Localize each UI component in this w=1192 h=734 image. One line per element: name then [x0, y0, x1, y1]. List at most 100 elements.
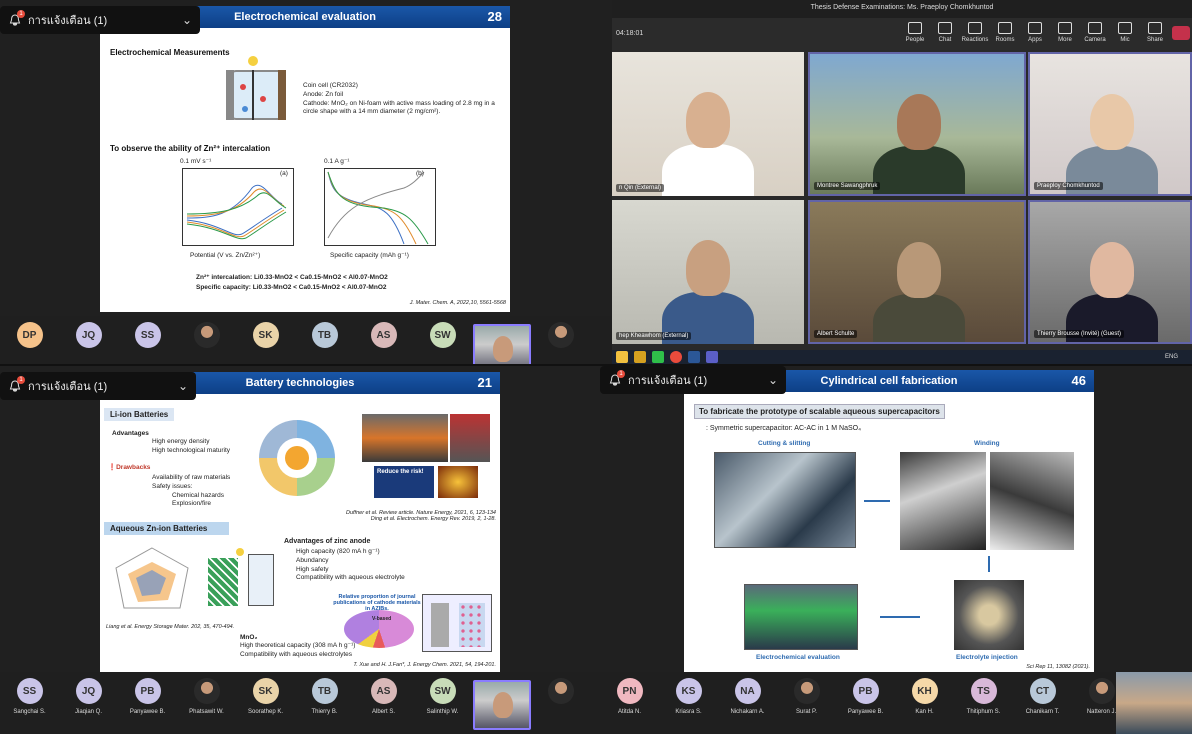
mic-button[interactable]: Mic: [1110, 22, 1140, 43]
participant-name: Atitda N.: [617, 709, 641, 715]
people-button[interactable]: People: [900, 22, 930, 43]
fabrication-subheading: : Symmetric supercapacitor: AC-AC in 1 M…: [706, 425, 861, 432]
participant-tile[interactable]: [531, 672, 590, 704]
drawback-sub: Explosion/fire: [172, 500, 212, 508]
self-video-tile[interactable]: [1116, 672, 1192, 734]
video-tile[interactable]: Montree Sawangphruk: [808, 52, 1026, 196]
folder-icon[interactable]: [634, 351, 646, 363]
notification-pill[interactable]: 1 การแจ้งเตือน (1) ⌄: [0, 372, 196, 400]
participant-name: Phatsawit W.: [189, 709, 224, 715]
rooms-button[interactable]: Rooms: [990, 22, 1020, 43]
participant-tile[interactable]: KS Kriasra S.: [659, 672, 718, 715]
leave-button[interactable]: [1172, 26, 1190, 40]
participant-tile[interactable]: [531, 316, 590, 348]
notification-pill[interactable]: 1 การแจ้งเตือน (1) ⌄: [0, 6, 200, 34]
notification-pill[interactable]: 1 การแจ้งเตือน (1) ⌄: [600, 366, 786, 394]
advantages-list: High energy density High technological m…: [152, 438, 230, 456]
participant-tile[interactable]: SK: [236, 316, 295, 348]
chrome-icon[interactable]: [670, 351, 682, 363]
language-indicator[interactable]: ENG: [1165, 354, 1178, 360]
participant-tile[interactable]: AS: [354, 316, 413, 348]
participant-tile[interactable]: SW Salinthip W.: [413, 672, 472, 715]
camera-button[interactable]: Camera: [1080, 22, 1110, 43]
video-tile[interactable]: hep Kheawhom (External): [612, 200, 804, 344]
avatar: TB: [311, 678, 338, 704]
word-icon[interactable]: [688, 351, 700, 363]
chevron-down-icon[interactable]: ⌄: [178, 379, 188, 393]
participant-tile[interactable]: Phatsawit W.: [177, 672, 236, 715]
participant-tile[interactable]: TS Thitiphum S.: [954, 672, 1013, 715]
participant-tile[interactable]: PN Atitda N.: [600, 672, 659, 715]
reference-zn-right: T. Xue and H. J.Fan*, J. Energy Chem. 20…: [353, 662, 496, 668]
participant-tile[interactable]: PB Panyawee B.: [836, 672, 895, 715]
participant-tile[interactable]: TB: [295, 316, 354, 348]
participant-tile[interactable]: TB Thierry B.: [295, 672, 354, 715]
avatar-photo: [193, 322, 220, 348]
pie-label: V-based: [372, 616, 392, 622]
participant-tile[interactable]: SK Soorathep K.: [236, 672, 295, 715]
zn-ion-heading: Aqueous Zn-ion Batteries: [104, 522, 229, 535]
participant-tile[interactable]: DP: [0, 316, 59, 348]
video-tile[interactable]: Albert Schulte: [808, 200, 1026, 344]
spec-line: Cathode: MnO₂ on Ni-foam with active mas…: [303, 99, 495, 116]
video-name-label: Praeploy Chomkhuntod: [1034, 182, 1103, 190]
participant-name: Surat P.: [796, 709, 817, 715]
cell-specs: Coin cell (CR2032) Anode: Zn foil Cathod…: [303, 82, 503, 117]
mno2-point: High theoretical capacity (308 mA h g⁻¹): [240, 642, 356, 649]
avatar: AS: [370, 678, 397, 704]
participant-tile[interactable]: Surat P.: [777, 672, 836, 715]
chevron-down-icon[interactable]: ⌄: [768, 373, 778, 387]
spec-line: Anode: Zn foil: [303, 90, 344, 98]
video-name-label: Albert Schulte: [814, 330, 858, 338]
toolbar-label: Chat: [938, 37, 952, 43]
participant-strip: PN Atitda N. KS Kriasra S. NA Nichakarn A. Sur…: [600, 672, 1192, 734]
video-tile[interactable]: n Qin (External): [612, 52, 804, 196]
apps-button[interactable]: Apps: [1020, 22, 1050, 43]
chat-button[interactable]: Chat: [930, 22, 960, 43]
toolbar-label: Share: [1146, 37, 1163, 43]
participant-tile[interactable]: [177, 316, 236, 348]
winding-photo-1: [900, 452, 986, 550]
participant-tile[interactable]: SS Sangchai S.: [0, 672, 59, 715]
meeting-title: Thesis Defense Examinations: Ms. Praeplo…: [810, 4, 994, 11]
participant-tile[interactable]: SW: [413, 316, 472, 348]
participant-tile[interactable]: CT Chanikarn T.: [1013, 672, 1072, 715]
teams-icon[interactable]: [706, 351, 718, 363]
share-button[interactable]: Share: [1140, 22, 1170, 43]
toolbar-label: People: [905, 37, 925, 43]
more-button[interactable]: More: [1050, 22, 1080, 43]
drawback-item: Safety issues:: [152, 482, 193, 490]
rooms-icon: [998, 22, 1012, 34]
drawback-sub: Chemical hazards: [172, 491, 225, 499]
car-fire-photo: [362, 414, 448, 462]
video-tile[interactable]: Praeploy Chomkhuntod: [1028, 52, 1192, 196]
participant-tile[interactable]: NA Nichakarn A.: [718, 672, 777, 715]
participant-name: Nichakarn A.: [730, 709, 765, 715]
line-app-icon[interactable]: [652, 351, 664, 363]
participant-face: [897, 94, 941, 150]
participant-name: Albert S.: [371, 709, 395, 715]
participant-tile[interactable]: [472, 316, 531, 364]
participant-tile[interactable]: AS Albert S.: [354, 672, 413, 715]
participant-tile[interactable]: SS: [118, 316, 177, 348]
avatar: KS: [675, 678, 702, 704]
reactions-button[interactable]: Reactions: [960, 22, 990, 43]
participant-tile[interactable]: JQ Jiaqian Q.: [59, 672, 118, 715]
chart-b-rate: 0.1 A g⁻¹: [324, 158, 350, 165]
presenter-face: [492, 692, 513, 718]
chevron-down-icon[interactable]: ⌄: [182, 13, 192, 27]
avatar: KH: [911, 678, 938, 704]
notification-badge: 1: [17, 10, 25, 18]
participant-tile[interactable]: PB Panyawee B.: [118, 672, 177, 715]
video-tile[interactable]: Thierry Brousse (Invité) (Guest): [1028, 200, 1192, 344]
avatar: JQ: [75, 678, 102, 704]
slide-number: 21: [477, 375, 492, 390]
arrow-left-icon: [880, 616, 920, 618]
participant-tile[interactable]: JQ: [59, 316, 118, 348]
avatar: AS: [370, 322, 397, 348]
avatar-photo: [1088, 678, 1115, 704]
toolbar-label: Rooms: [995, 37, 1015, 43]
participant-tile[interactable]: Praeploy C.: [472, 672, 531, 734]
participant-tile[interactable]: KH Kan H.: [895, 672, 954, 715]
file-explorer-icon[interactable]: [616, 351, 628, 363]
